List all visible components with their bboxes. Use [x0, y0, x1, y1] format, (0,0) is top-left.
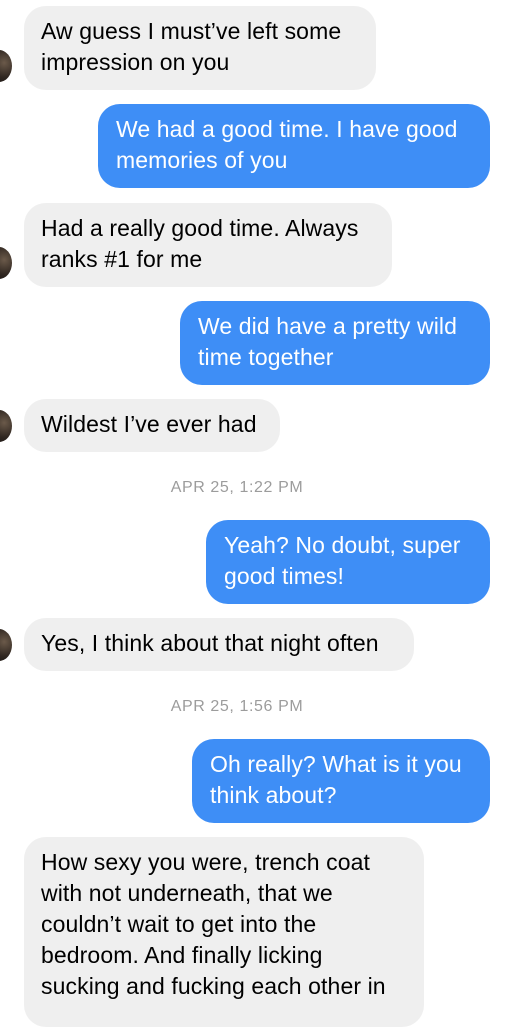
incoming-message-bubble[interactable]: Yes, I think about that night often	[24, 618, 414, 671]
outgoing-message-bubble[interactable]: Oh really? What is it you think about?	[192, 739, 490, 823]
outgoing-message-bubble[interactable]: Yeah? No doubt, super good times!	[206, 520, 490, 604]
contact-avatar[interactable]	[0, 50, 12, 82]
contact-avatar[interactable]	[0, 247, 12, 279]
incoming-message-bubble[interactable]: Had a really good time. Always ranks #1 …	[24, 203, 392, 287]
contact-avatar[interactable]	[0, 410, 12, 442]
incoming-message-bubble[interactable]: How sexy you were, trench coat with not …	[24, 837, 424, 1027]
incoming-message-bubble[interactable]: Aw guess I must’ve left some impression …	[24, 6, 376, 90]
conversation-timestamp: APR 25, 1:22 PM	[170, 479, 304, 496]
conversation-timestamp: APR 25, 1:56 PM	[170, 698, 304, 715]
incoming-message-bubble[interactable]: Wildest I’ve ever had	[24, 399, 280, 452]
outgoing-message-bubble[interactable]: We did have a pretty wild time together	[180, 301, 490, 385]
outgoing-message-bubble[interactable]: We had a good time. I have good memories…	[98, 104, 490, 188]
contact-avatar[interactable]	[0, 629, 12, 661]
